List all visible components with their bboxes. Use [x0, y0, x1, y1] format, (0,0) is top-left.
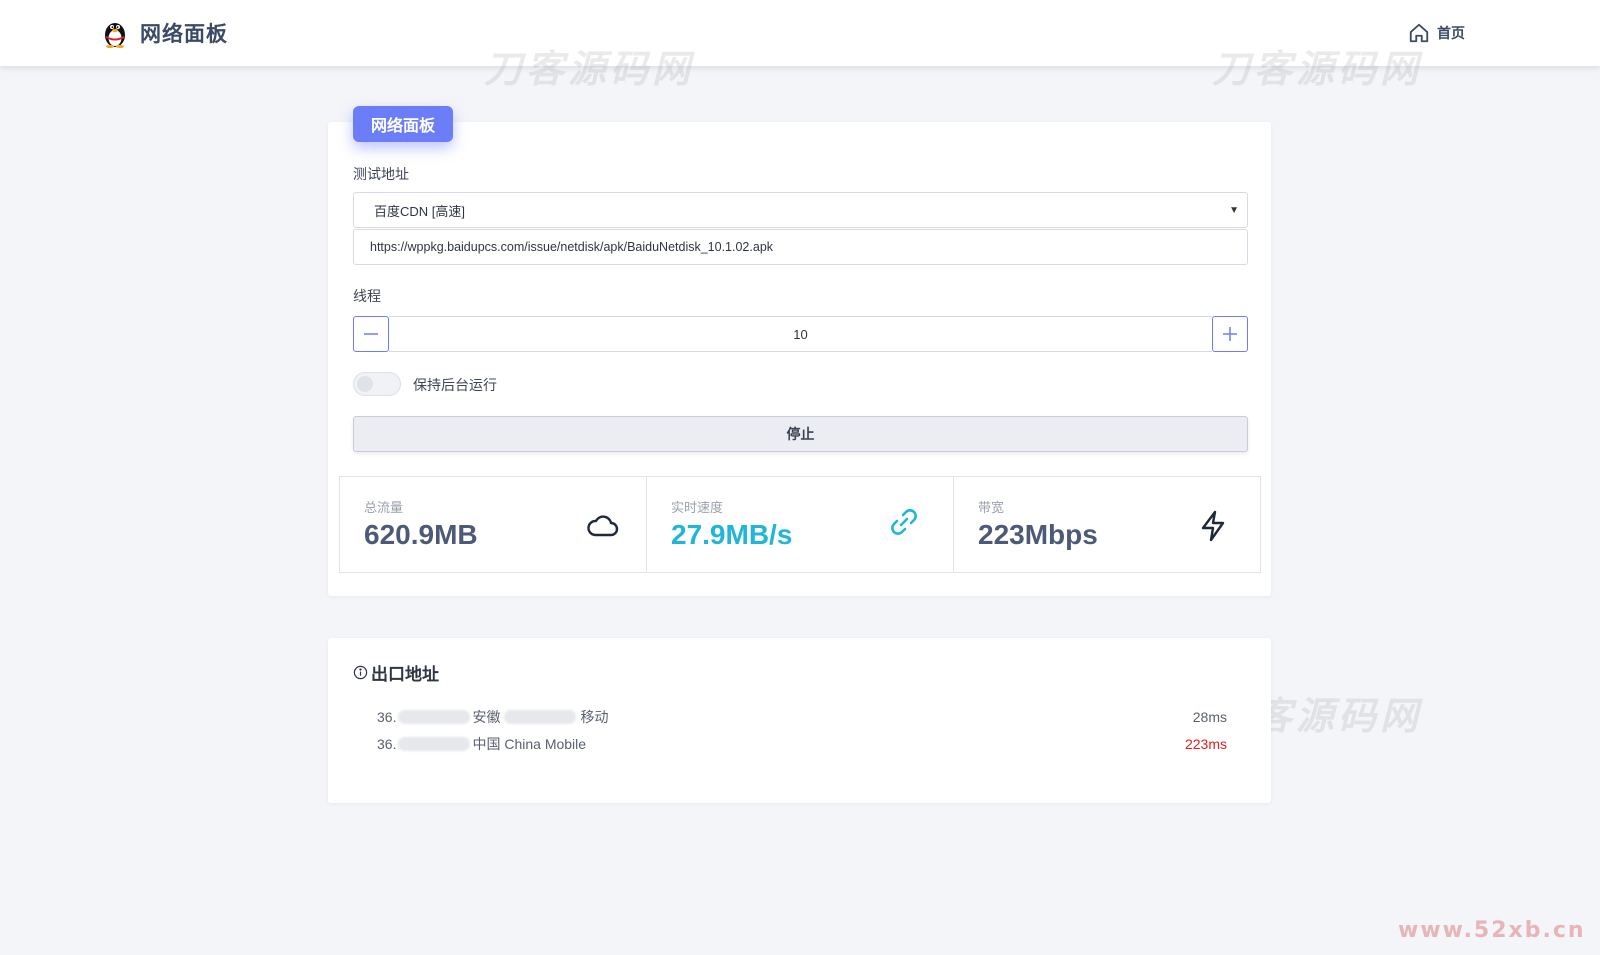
redacted-ip [398, 710, 471, 724]
ip-isp: 移动 [580, 709, 609, 725]
lightning-icon [1201, 510, 1225, 542]
toggle-knob [357, 376, 373, 392]
stat-value: 27.9MB/s [671, 519, 793, 550]
test-server-select[interactable]: 百度CDN [高速] ▼ [353, 192, 1248, 228]
stat-label: 带宽 [978, 500, 1005, 515]
minus-icon [364, 333, 378, 335]
brand[interactable]: 网络面板 [102, 18, 228, 48]
threads-label: 线程 [353, 288, 381, 304]
redacted-detail [504, 710, 577, 724]
link-icon [891, 509, 917, 535]
test-url-input[interactable]: https://wppkg.baidupcs.com/issue/netdisk… [353, 229, 1248, 265]
stat-value: 223Mbps [978, 519, 1098, 550]
app-title: 网络面板 [140, 23, 228, 46]
threads-decrement-button[interactable] [353, 316, 389, 352]
stop-button[interactable]: 停止 [353, 416, 1248, 452]
ip-region: 安徽 [472, 709, 501, 725]
stat-label: 实时速度 [671, 500, 724, 515]
caret-down-icon: ▼ [1229, 205, 1239, 216]
test-url-label: 测试地址 [353, 166, 409, 182]
home-icon [1409, 23, 1429, 43]
test-server-select-value: 百度CDN [高速] [374, 203, 466, 219]
ip-prefix: 36. [377, 736, 397, 752]
ip-prefix: 36. [377, 709, 397, 725]
threads-value-input[interactable]: 10 [389, 316, 1212, 352]
redacted-ip [398, 737, 471, 751]
site-watermark: www.52xb.cn [1398, 918, 1586, 943]
nav-home-link[interactable]: 首页 [1408, 22, 1465, 44]
top-header: 网络面板 首页 [0, 0, 1600, 66]
stats-row: 总流量 620.9MB 实时速度 27.9MB/s 带宽 223Mbps [339, 476, 1263, 573]
penguin-icon [105, 23, 125, 48]
exit-title-text: 出口地址 [371, 665, 439, 684]
threads-increment-button[interactable] [1212, 316, 1248, 352]
latency-value: 223ms [1184, 736, 1227, 752]
latency-value: 28ms [1192, 709, 1227, 725]
stat-value: 620.9MB [364, 519, 478, 550]
keep-running-toggle[interactable] [353, 372, 401, 396]
exit-row: 36. 安徽 移动 28ms [377, 707, 1227, 727]
exit-row: 36. 中国 China Mobile 223ms [377, 734, 1227, 754]
nav-home-label: 首页 [1437, 25, 1465, 41]
stat-total-traffic: 总流量 620.9MB [339, 476, 647, 573]
panel-tag: 网络面板 [353, 106, 453, 142]
ip-region: 中国 China Mobile [472, 736, 587, 752]
stat-realtime-speed: 实时速度 27.9MB/s [646, 476, 954, 573]
info-icon [353, 665, 368, 680]
exit-address-title: 出口地址 [353, 660, 439, 685]
stat-bandwidth: 带宽 223Mbps [953, 476, 1261, 573]
stat-label: 总流量 [364, 500, 404, 515]
plus-icon [1223, 327, 1237, 341]
cloud-icon [587, 515, 619, 537]
keep-running-label: 保持后台运行 [413, 377, 497, 393]
